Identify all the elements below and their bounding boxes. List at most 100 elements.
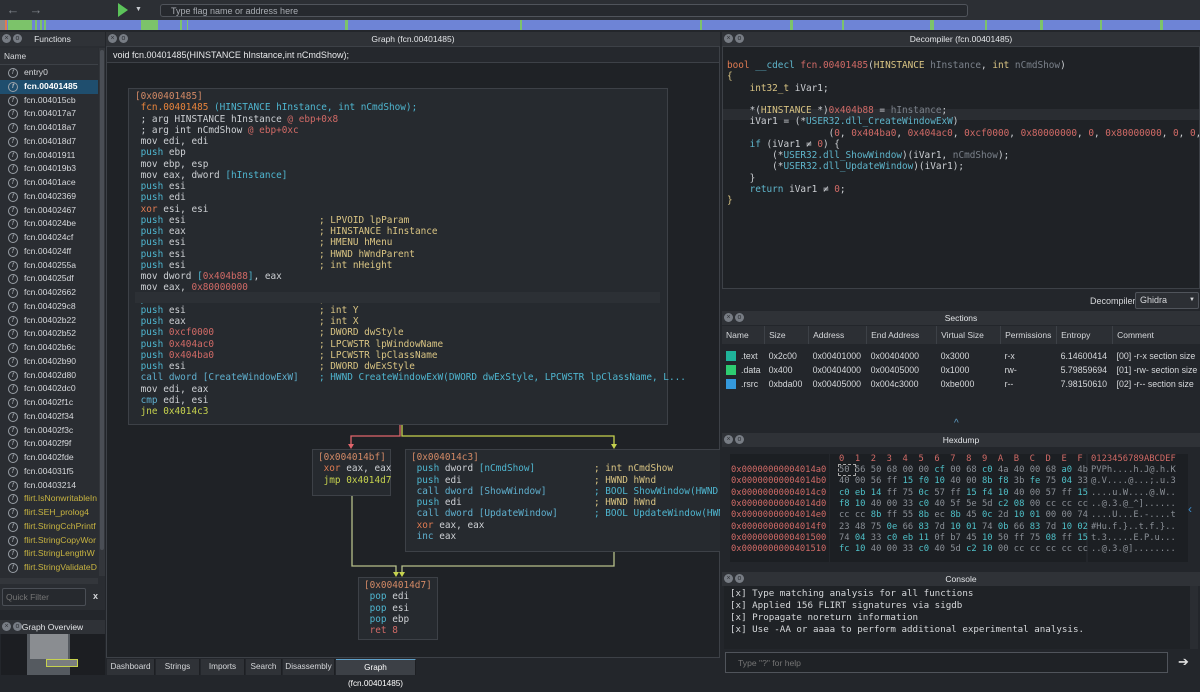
- hex-byte[interactable]: c0: [982, 465, 998, 475]
- hex-byte[interactable]: 4b: [1077, 465, 1088, 475]
- hex-byte[interactable]: 74: [982, 522, 998, 532]
- hex-byte[interactable]: fe: [1030, 476, 1046, 486]
- hex-byte[interactable]: 23: [839, 522, 855, 532]
- asm-line[interactable]: push esi; int nHeight: [135, 260, 667, 271]
- hex-byte[interactable]: 33: [1077, 476, 1088, 486]
- hex-ascii[interactable]: #Hu.f.}..t.f.}..: [1091, 522, 1176, 533]
- float-icon[interactable]: o: [735, 574, 744, 583]
- hex-byte[interactable]: b7: [950, 533, 966, 543]
- hex-byte[interactable]: 40: [871, 544, 887, 554]
- hex-byte[interactable]: 33: [903, 499, 919, 509]
- hex-byte[interactable]: cc: [1077, 544, 1088, 554]
- hex-byte[interactable]: 50: [838, 464, 856, 476]
- asm-line[interactable]: mov edi, edi: [135, 136, 667, 147]
- asm-line[interactable]: push esi; HWND hWndParent: [135, 249, 667, 260]
- asm-line[interactable]: pop edi: [364, 591, 437, 602]
- hex-bytes[interactable]: 50 56 50 68 00 00 cf 00 68 c0 4a 40 00 6…: [838, 464, 1088, 476]
- console-scrollbar[interactable]: [1190, 586, 1198, 649]
- hex-byte[interactable]: 5d: [950, 544, 966, 554]
- hex-address[interactable]: 0x00000000004014c0: [731, 488, 826, 499]
- asm-line[interactable]: xor esi, esi: [135, 204, 667, 215]
- basic-block-0x004014d7[interactable]: [0x004014d7] pop edi pop esi pop ebp ret…: [358, 577, 438, 640]
- hex-bytes[interactable]: 23 48 75 0e 66 83 7d 10 01 74 0b 66 83 7…: [839, 522, 1088, 533]
- hex-byte[interactable]: 57: [1046, 488, 1062, 498]
- asm-line[interactable]: call dword [UpdateWindow]; BOOL UpdateWi…: [411, 508, 720, 519]
- hex-byte[interactable]: 55: [903, 510, 919, 520]
- hex-byte[interactable]: 40: [871, 499, 887, 509]
- hex-byte[interactable]: ff: [1061, 533, 1077, 543]
- hex-byte[interactable]: 2d: [998, 510, 1014, 520]
- hex-byte[interactable]: cc: [839, 510, 855, 520]
- decompiled-line[interactable]: (* USER32.dll_UpdateWindow)(iVar1);: [727, 161, 1199, 172]
- asm-line[interactable]: mov dword [0x404b88], eax: [135, 271, 667, 282]
- section-row[interactable]: .text 0x2c00 0x00401000 0x00404000 0x3000 r-x…: [722, 349, 1200, 363]
- float-icon[interactable]: o: [735, 34, 744, 43]
- sections-column-end-address[interactable]: End Address: [866, 326, 938, 344]
- console-input[interactable]: [725, 652, 1168, 673]
- hex-byte[interactable]: 45: [966, 533, 982, 543]
- hex-byte[interactable]: 66: [1014, 522, 1030, 532]
- hex-ascii[interactable]: @.V....@...;.u.3: [1091, 476, 1176, 487]
- section-row[interactable]: .rsrc 0xbda00 0x00405000 0x004c3000 0xbe000 r…: [722, 377, 1200, 391]
- hex-byte[interactable]: c0: [887, 533, 903, 543]
- decompiler-view[interactable]: bool __cdecl fcn.00401485 (HINSTANCE hIns…: [722, 46, 1200, 289]
- sections-column-size[interactable]: Size: [764, 326, 810, 344]
- hex-byte[interactable]: 15: [1077, 533, 1088, 543]
- decompiled-line[interactable]: (0, 0x404ba0, 0x404ac0, 0xcf0000, 0x8000…: [727, 128, 1199, 139]
- hex-byte[interactable]: 68: [966, 465, 982, 475]
- hex-byte[interactable]: 10: [855, 544, 871, 554]
- hex-byte[interactable]: 00: [1030, 465, 1046, 475]
- hex-byte[interactable]: 10: [998, 488, 1014, 498]
- basic-block-0x00401485[interactable]: [0x00401485] fcn.00401485 (HINSTANCE hIn…: [128, 88, 686, 425]
- basic-block-0x004014c3[interactable]: [0x004014c3] push dword [nCmdShow]; int …: [405, 449, 720, 552]
- tab-graph-fcn-00401485-[interactable]: Graph (fcn.00401485): [336, 659, 416, 688]
- hex-byte[interactable]: 00: [887, 499, 903, 509]
- hex-byte[interactable]: 15: [903, 476, 919, 486]
- hex-byte[interactable]: 00: [1046, 510, 1062, 520]
- hex-byte[interactable]: 8b: [871, 510, 887, 520]
- asm-line[interactable]: push 0xcf0000; DWORD dwStyle: [135, 327, 667, 338]
- decompiled-line[interactable]: if (iVar1 ≠ 0) {: [727, 139, 1199, 150]
- asm-line[interactable]: cmp edi, esi: [135, 395, 667, 406]
- hex-bytes[interactable]: c0 eb 14 ff 75 0c 57 ff 15 f4 10 40 00 5…: [839, 488, 1088, 499]
- hex-byte[interactable]: 68: [887, 465, 903, 475]
- hex-byte[interactable]: a0: [1061, 465, 1077, 475]
- hex-byte[interactable]: cc: [1077, 499, 1088, 509]
- section-row[interactable]: .data 0x400 0x00404000 0x00405000 0x1000 rw- 5…: [722, 363, 1200, 377]
- hex-address[interactable]: 0x00000000004014d0: [731, 499, 826, 510]
- sections-column-permissions[interactable]: Permissions: [1000, 326, 1058, 344]
- asm-line[interactable]: push edi; HWND hWnd: [411, 475, 720, 486]
- hex-byte[interactable]: 8b: [918, 510, 934, 520]
- hex-byte[interactable]: 10: [934, 476, 950, 486]
- hex-address[interactable]: 0x00000000004014e0: [731, 510, 826, 521]
- decompiled-line[interactable]: int32_t iVar1;: [727, 83, 1199, 94]
- hex-byte[interactable]: 00: [966, 476, 982, 486]
- console-output[interactable]: [x] Type matching analysis for all funct…: [724, 586, 1190, 649]
- hex-byte[interactable]: 01: [1030, 510, 1046, 520]
- hex-byte[interactable]: ec: [934, 510, 950, 520]
- hex-byte[interactable]: c0: [839, 488, 855, 498]
- decompiled-line[interactable]: bool __cdecl fcn.00401485(HINSTANCE hIns…: [727, 60, 1199, 71]
- hex-byte[interactable]: 00: [1030, 488, 1046, 498]
- hex-byte[interactable]: 8b: [950, 510, 966, 520]
- hex-byte[interactable]: 02: [1077, 522, 1088, 532]
- hex-byte[interactable]: 01: [966, 522, 982, 532]
- hex-byte[interactable]: 8b: [982, 476, 998, 486]
- hex-address[interactable]: 0x0000000000401510: [731, 544, 826, 555]
- hex-byte[interactable]: 75: [903, 488, 919, 498]
- hex-byte[interactable]: 14: [871, 488, 887, 498]
- hex-address[interactable]: 0x00000000004014b0: [731, 476, 826, 487]
- hex-byte[interactable]: ff: [1014, 533, 1030, 543]
- sections-column-name[interactable]: Name: [722, 326, 766, 344]
- asm-line[interactable]: jmp 0x4014d7: [318, 475, 392, 486]
- hex-byte[interactable]: eb: [855, 488, 871, 498]
- hex-byte[interactable]: ff: [1061, 488, 1077, 498]
- hex-byte[interactable]: cc: [1046, 544, 1062, 554]
- asm-line[interactable]: pop ebp: [364, 614, 437, 625]
- hex-ascii[interactable]: ....u.W....@.W..: [1091, 488, 1176, 499]
- hex-byte[interactable]: 15: [966, 488, 982, 498]
- execute-arrow-icon[interactable]: ➔: [1178, 654, 1189, 670]
- hex-byte[interactable]: cc: [1061, 499, 1077, 509]
- hex-byte[interactable]: ff: [887, 476, 903, 486]
- asm-line[interactable]: jne 0x4014c3: [135, 406, 667, 417]
